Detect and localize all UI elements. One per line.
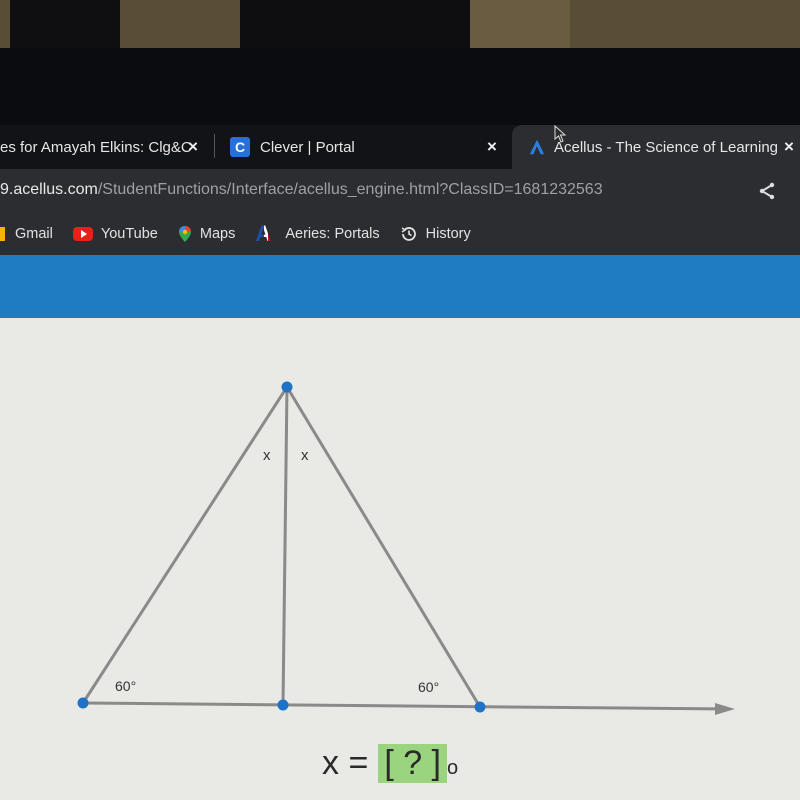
degree-symbol: o [447, 757, 459, 779]
apex-point[interactable] [281, 381, 293, 393]
right-side [285, 386, 482, 708]
left-side [81, 386, 289, 704]
left-vertex-point[interactable] [77, 697, 89, 709]
altitude [281, 386, 289, 706]
left-angle-label: 60° [115, 678, 136, 694]
baseline-ray [82, 701, 729, 711]
right-angle-label: 60° [418, 679, 439, 695]
answer-line: x = [ ? ] o [322, 744, 458, 783]
mouse-cursor-icon [554, 125, 567, 143]
answer-input[interactable]: [ ? ] [378, 744, 448, 783]
foot-point[interactable] [277, 699, 289, 711]
right-vertex-point[interactable] [474, 701, 486, 713]
apex-left-angle-label: x [263, 447, 271, 464]
ray-arrowhead [715, 703, 735, 715]
answer-prefix: x = [322, 744, 369, 782]
triangle-diagram: x x 60° 60° [77, 381, 735, 715]
apex-right-angle-label: x [301, 447, 309, 464]
